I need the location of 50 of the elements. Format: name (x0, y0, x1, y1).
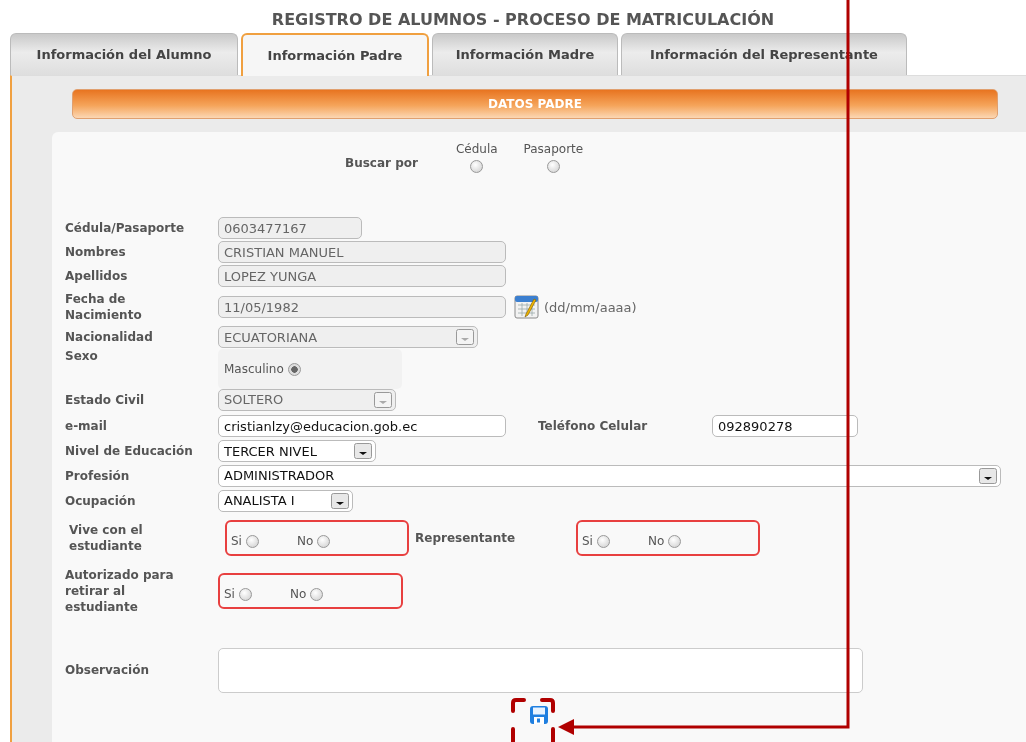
option-label: Si (582, 534, 593, 548)
option-label: Si (231, 534, 242, 548)
field-label: Nombres (65, 244, 127, 260)
field-label: Observación (65, 662, 150, 678)
text-field[interactable]: 092890278 (712, 415, 858, 437)
field-label: e-mail (65, 418, 108, 434)
field-label: Nivel de Educación (65, 443, 194, 459)
radio-button[interactable] (470, 160, 484, 173)
dropdown[interactable]: TERCER NIVEL (218, 440, 376, 462)
field-label: Buscar por (345, 155, 418, 171)
radio-button[interactable] (596, 534, 610, 548)
field-label: Nacionalidad (65, 329, 154, 345)
radio-button[interactable] (668, 534, 682, 548)
field-label: Estado Civil (65, 391, 146, 408)
field-label: Autorizado para retirar al estudiante (65, 567, 175, 615)
option-label: Pasaporte (523, 142, 584, 156)
option-label: No (289, 587, 307, 601)
radio-button[interactable] (245, 534, 259, 548)
focus-bracket (510, 697, 556, 742)
option-label: No (647, 534, 665, 548)
date-format-hint: (dd/mm/aaaa) (544, 299, 637, 315)
radio-button[interactable] (317, 534, 331, 548)
radio-button[interactable] (310, 587, 324, 601)
observation-textarea[interactable] (218, 647, 863, 693)
field-label: Cédula/Pasaporte (65, 220, 186, 236)
field-label: Ocupación (65, 492, 137, 509)
field-label: Apellidos (65, 268, 129, 284)
field-label: Fecha de Nacimiento (65, 291, 143, 323)
page-title: REGISTRO DE ALUMNOS - PROCESO DE MATRICULACIÓN (270, 9, 776, 31)
option-label: No (296, 534, 314, 548)
save-button[interactable] (529, 705, 549, 725)
tab[interactable]: Información Padre (241, 33, 429, 76)
option-label: Masculino (224, 362, 284, 376)
text-field[interactable]: cristianlzy@educacion.gob.ec (218, 415, 506, 437)
field-label: Teléfono Celular (538, 418, 649, 434)
radio-button[interactable] (238, 587, 252, 601)
field-label: Representante (415, 530, 517, 546)
tab[interactable]: Información del Alumno (10, 33, 238, 75)
field-label: Sexo (65, 348, 99, 364)
dropdown[interactable]: ADMINISTRADOR (218, 464, 1001, 487)
radio-button[interactable] (546, 160, 560, 173)
field-label: Profesión (65, 467, 131, 484)
radio-button[interactable] (287, 362, 301, 376)
field-label: Vive con el estudiante (69, 522, 144, 554)
option-label: Si (224, 587, 235, 601)
section-header: DATOS PADRE (72, 89, 998, 119)
dropdown[interactable]: ANALISTA I (218, 489, 353, 512)
option-label: Cédula (455, 142, 498, 156)
tab[interactable]: Información Madre (432, 33, 618, 75)
calendar-icon[interactable] (514, 294, 540, 320)
